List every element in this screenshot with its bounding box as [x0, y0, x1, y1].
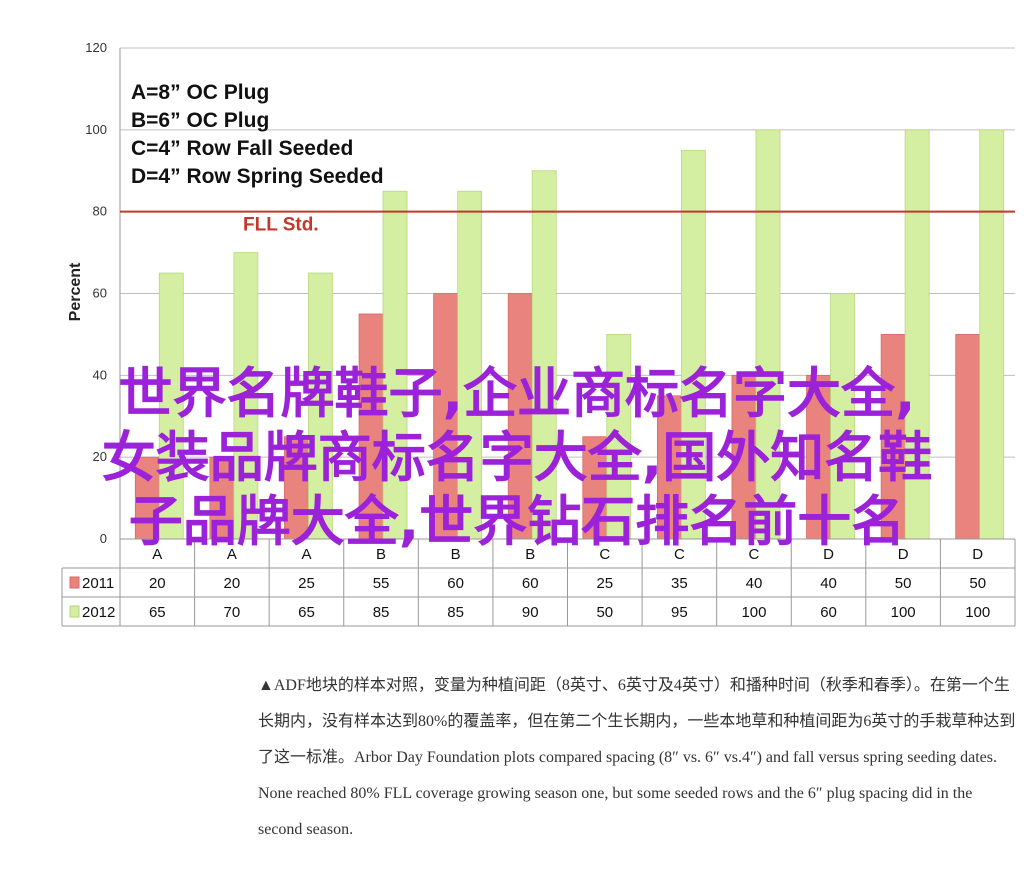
y-tick-label: 60: [93, 286, 107, 301]
data-value: 25: [596, 575, 613, 592]
data-value: 100: [741, 604, 766, 621]
data-value: 60: [820, 604, 837, 621]
overlay-line: 世界名牌鞋子,企业商标名字大全,: [118, 362, 916, 425]
overlay-line: 子品牌大全,世界钻石排名前十名: [128, 490, 906, 553]
data-value: 55: [373, 575, 390, 592]
data-value: 50: [895, 575, 912, 592]
data-value: 85: [447, 604, 464, 621]
data-value: 65: [298, 604, 315, 621]
reference-line-label: FLL Std.: [243, 215, 319, 236]
legend-label: 2011: [82, 575, 114, 592]
data-value: 95: [671, 604, 688, 621]
legend-key-line: C=4” Row Fall Seeded: [131, 137, 353, 160]
overlay-watermark-text: 世界名牌鞋子,企业商标名字大全, 女装品牌商标名字大全,国外知名鞋 子品牌大全,…: [0, 362, 1034, 554]
data-value: 60: [522, 575, 539, 592]
reference-line-group: FLL Std.: [120, 210, 1015, 236]
y-axis-label: Percent: [67, 262, 84, 321]
data-value: 70: [224, 604, 241, 621]
figure-caption: ▲ADF地块的样本对照，变量为种植间距（8英寸、6英寸及4英寸）和播种时间（秋季…: [258, 677, 1016, 838]
y-tick-label: 120: [85, 40, 107, 55]
legend-swatch-2011: [69, 576, 80, 589]
legend-label: 2012: [82, 604, 115, 621]
data-value: 100: [891, 604, 916, 621]
data-value: 85: [373, 604, 390, 621]
legend-key-line: A=8” OC Plug: [131, 81, 269, 104]
legend-key-line: B=6” OC Plug: [131, 109, 269, 132]
y-tick-label: 80: [93, 204, 107, 219]
data-value: 20: [149, 575, 166, 592]
data-value: 20: [224, 575, 241, 592]
data-value: 60: [447, 575, 464, 592]
data-value: 90: [522, 604, 539, 621]
data-value: 100: [965, 604, 990, 621]
data-value: 65: [149, 604, 166, 621]
data-value: 50: [969, 575, 986, 592]
data-value: 40: [820, 575, 837, 592]
legend-key-line: D=4” Row Spring Seeded: [131, 165, 384, 188]
y-tick-label: 100: [85, 122, 107, 137]
overlay-line: 女装品牌商标名字大全,国外知名鞋: [101, 426, 933, 489]
data-value: 50: [596, 604, 613, 621]
data-value: 25: [298, 575, 315, 592]
data-value: 40: [746, 575, 763, 592]
legend-key-text: A=8” OC Plug B=6” OC Plug C=4” Row Fall Se…: [131, 81, 384, 188]
data-value: 35: [671, 575, 688, 592]
legend-swatch-2012: [69, 605, 80, 618]
